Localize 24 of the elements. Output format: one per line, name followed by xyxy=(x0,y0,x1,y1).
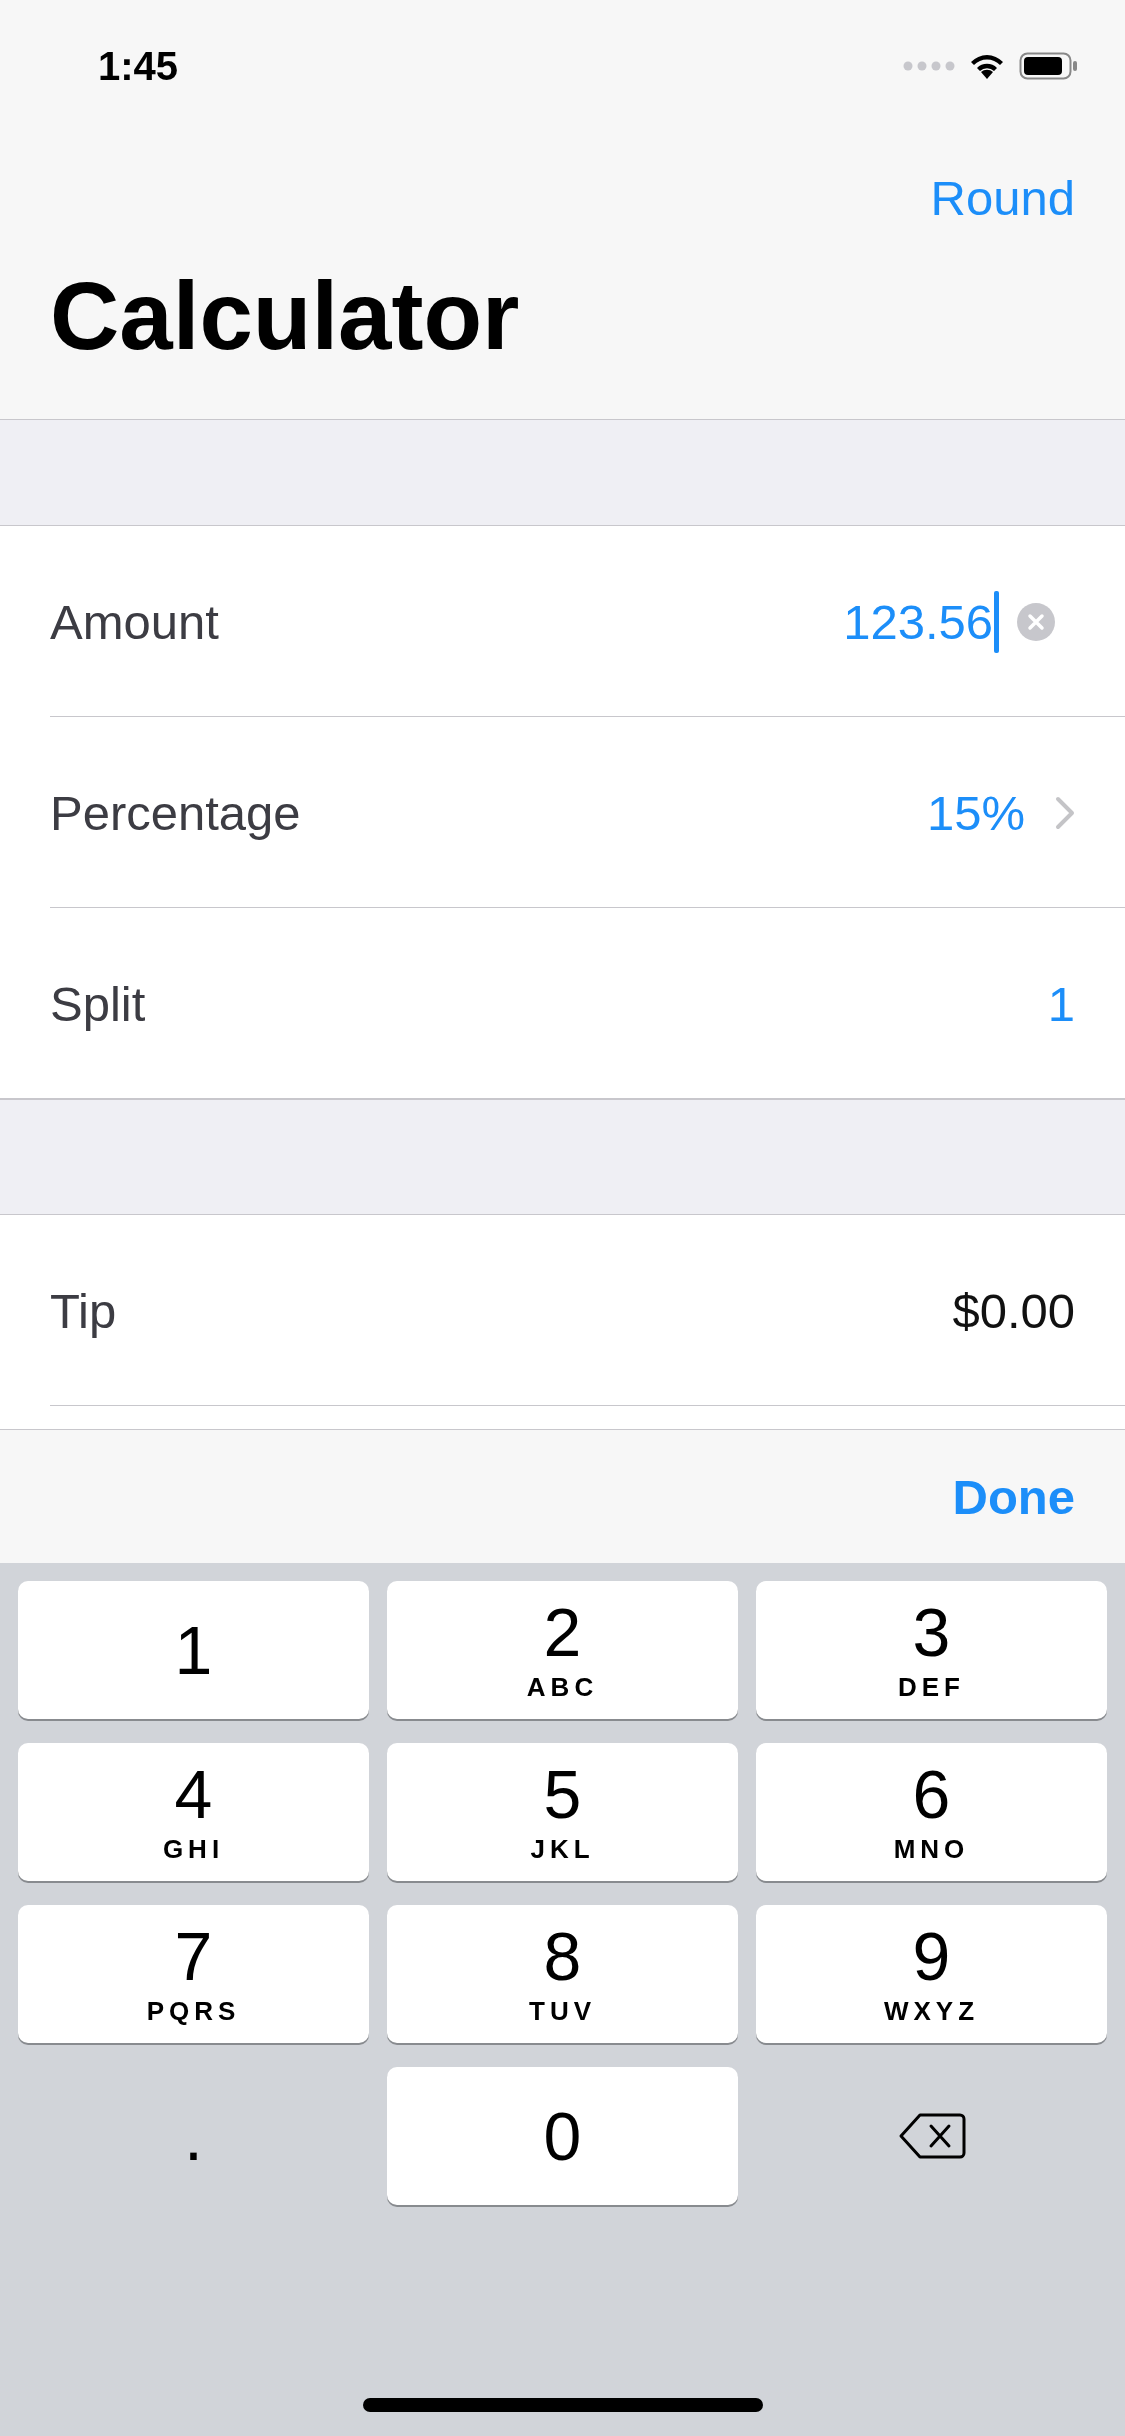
keypad-key[interactable]: 8 TUV xyxy=(387,1905,738,2043)
backspace-icon[interactable] xyxy=(897,2112,966,2160)
keypad-key[interactable]: 3 DEF xyxy=(756,1581,1107,1719)
keypad-key[interactable]: 4 GHI xyxy=(18,1743,369,1881)
status-time: 1:45 xyxy=(98,43,179,89)
keypad-key[interactable]: 2 ABC xyxy=(387,1581,738,1719)
row-value: 1 xyxy=(1047,975,1075,1032)
row-label: Amount xyxy=(50,593,220,650)
row-label: Percentage xyxy=(50,784,302,841)
decimal-key[interactable]: . xyxy=(18,2067,369,2205)
keypad-key[interactable]: 1 xyxy=(18,1581,369,1719)
keypad-key[interactable]: 5 JKL xyxy=(387,1743,738,1881)
row-value: $0.00 xyxy=(952,1282,1075,1339)
wifi-icon xyxy=(969,52,1005,80)
chevron-icon xyxy=(1055,795,1075,830)
keypad-key[interactable]: 7 PQRS xyxy=(18,1905,369,2043)
battery-icon xyxy=(1019,52,1079,80)
signal-icon xyxy=(903,61,955,71)
row-label: Tip xyxy=(50,1282,118,1339)
row-label: Split xyxy=(50,975,147,1032)
page-title: Calculator xyxy=(49,268,521,364)
keypad-key[interactable]: 0 xyxy=(387,2067,738,2205)
keypad-key[interactable]: 9 WXYZ xyxy=(756,1905,1107,2043)
keypad-key[interactable]: 6 MNO xyxy=(756,1743,1107,1881)
